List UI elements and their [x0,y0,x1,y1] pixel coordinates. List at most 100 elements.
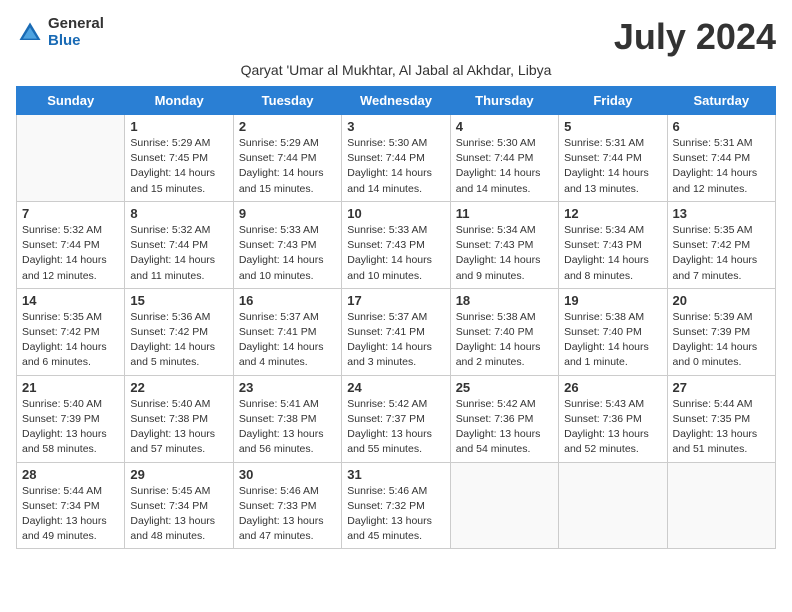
day-info: Sunrise: 5:35 AMSunset: 7:42 PMDaylight:… [673,223,770,284]
day-info: Sunrise: 5:42 AMSunset: 7:36 PMDaylight:… [456,397,553,458]
day-info: Sunrise: 5:31 AMSunset: 7:44 PMDaylight:… [564,136,661,197]
day-cell: 3 Sunrise: 5:30 AMSunset: 7:44 PMDaylight… [342,115,450,202]
day-info: Sunrise: 5:29 AMSunset: 7:45 PMDaylight:… [130,136,227,197]
day-cell: 30Sunrise: 5:46 AMSunset: 7:33 PMDayligh… [233,462,341,549]
day-cell: 27 Sunrise: 5:44 AMSunset: 7:35 PMDayligh… [667,375,775,462]
day-number: 17 [347,293,444,308]
week-row-4: 28 Sunrise: 5:44 AMSunset: 7:34 PMDayligh… [17,462,776,549]
day-cell: 2Sunrise: 5:29 AMSunset: 7:44 PMDaylight… [233,115,341,202]
day-cell: 10Sunrise: 5:33 AMSunset: 7:43 PMDayligh… [342,201,450,288]
day-cell: 18Sunrise: 5:38 AMSunset: 7:40 PMDayligh… [450,288,558,375]
day-number: 11 [456,206,553,221]
day-info: Sunrise: 5:46 AMSunset: 7:33 PMDaylight:… [239,484,336,545]
day-number: 14 [22,293,119,308]
day-cell: 19 Sunrise: 5:38 AMSunset: 7:40 PMDayligh… [559,288,667,375]
logo-blue: Blue [48,33,104,50]
header-sunday: Sunday [17,87,125,115]
day-cell: 24 Sunrise: 5:42 AMSunset: 7:37 PMDayligh… [342,375,450,462]
day-number: 21 [22,380,119,395]
logo-general: General [48,16,104,33]
day-number: 24 [347,380,444,395]
day-info: Sunrise: 5:30 AMSunset: 7:44 PMDaylight:… [347,136,444,197]
day-cell: 17 Sunrise: 5:37 AMSunset: 7:41 PMDayligh… [342,288,450,375]
day-cell: 8 Sunrise: 5:32 AMSunset: 7:44 PMDaylight… [125,201,233,288]
day-cell: 14 Sunrise: 5:35 AMSunset: 7:42 PMDayligh… [17,288,125,375]
day-number: 6 [673,119,770,134]
day-number: 7 [22,206,119,221]
day-cell [450,462,558,549]
day-info: Sunrise: 5:40 AMSunset: 7:38 PMDaylight:… [130,397,227,458]
day-cell: 20 Sunrise: 5:39 AMSunset: 7:39 PMDayligh… [667,288,775,375]
day-number: 20 [673,293,770,308]
day-info: Sunrise: 5:35 AMSunset: 7:42 PMDaylight:… [22,310,119,371]
day-cell: 15Sunrise: 5:36 AMSunset: 7:42 PMDayligh… [125,288,233,375]
week-row-0: 1 Sunrise: 5:29 AMSunset: 7:45 PMDaylight… [17,115,776,202]
day-cell: 26 Sunrise: 5:43 AMSunset: 7:36 PMDayligh… [559,375,667,462]
logo-text: General Blue [48,16,104,49]
day-info: Sunrise: 5:34 AMSunset: 7:43 PMDaylight:… [564,223,661,284]
day-number: 12 [564,206,661,221]
header-thursday: Thursday [450,87,558,115]
day-info: Sunrise: 5:32 AMSunset: 7:44 PMDaylight:… [130,223,227,284]
day-cell: 4 Sunrise: 5:30 AMSunset: 7:44 PMDaylight… [450,115,558,202]
logo-icon [16,19,44,47]
day-number: 9 [239,206,336,221]
day-number: 23 [239,380,336,395]
day-cell: 31Sunrise: 5:46 AMSunset: 7:32 PMDayligh… [342,462,450,549]
day-info: Sunrise: 5:30 AMSunset: 7:44 PMDaylight:… [456,136,553,197]
location-title: Qaryat 'Umar al Mukhtar, Al Jabal al Akh… [16,62,776,78]
day-number: 8 [130,206,227,221]
day-info: Sunrise: 5:43 AMSunset: 7:36 PMDaylight:… [564,397,661,458]
calendar-header-row: SundayMondayTuesdayWednesdayThursdayFrid… [17,87,776,115]
day-cell: 9 Sunrise: 5:33 AMSunset: 7:43 PMDaylight… [233,201,341,288]
day-info: Sunrise: 5:40 AMSunset: 7:39 PMDaylight:… [22,397,119,458]
day-number: 18 [456,293,553,308]
day-number: 1 [130,119,227,134]
day-cell: 22Sunrise: 5:40 AMSunset: 7:38 PMDayligh… [125,375,233,462]
day-cell [667,462,775,549]
day-info: Sunrise: 5:33 AMSunset: 7:43 PMDaylight:… [347,223,444,284]
header-wednesday: Wednesday [342,87,450,115]
day-cell: 29 Sunrise: 5:45 AMSunset: 7:34 PMDayligh… [125,462,233,549]
day-number: 16 [239,293,336,308]
header-monday: Monday [125,87,233,115]
day-info: Sunrise: 5:39 AMSunset: 7:39 PMDaylight:… [673,310,770,371]
day-cell: 23 Sunrise: 5:41 AMSunset: 7:38 PMDayligh… [233,375,341,462]
day-cell: 12 Sunrise: 5:34 AMSunset: 7:43 PMDayligh… [559,201,667,288]
day-info: Sunrise: 5:33 AMSunset: 7:43 PMDaylight:… [239,223,336,284]
day-number: 31 [347,467,444,482]
day-cell: 1 Sunrise: 5:29 AMSunset: 7:45 PMDaylight… [125,115,233,202]
day-number: 27 [673,380,770,395]
day-info: Sunrise: 5:38 AMSunset: 7:40 PMDaylight:… [564,310,661,371]
day-number: 26 [564,380,661,395]
day-cell [559,462,667,549]
day-info: Sunrise: 5:37 AMSunset: 7:41 PMDaylight:… [239,310,336,371]
day-info: Sunrise: 5:44 AMSunset: 7:34 PMDaylight:… [22,484,119,545]
day-cell [17,115,125,202]
week-row-2: 14 Sunrise: 5:35 AMSunset: 7:42 PMDayligh… [17,288,776,375]
day-cell: 6Sunrise: 5:31 AMSunset: 7:44 PMDaylight… [667,115,775,202]
day-number: 13 [673,206,770,221]
day-info: Sunrise: 5:44 AMSunset: 7:35 PMDaylight:… [673,397,770,458]
day-cell: 28 Sunrise: 5:44 AMSunset: 7:34 PMDayligh… [17,462,125,549]
day-info: Sunrise: 5:42 AMSunset: 7:37 PMDaylight:… [347,397,444,458]
day-info: Sunrise: 5:45 AMSunset: 7:34 PMDaylight:… [130,484,227,545]
header-saturday: Saturday [667,87,775,115]
day-cell: 7 Sunrise: 5:32 AMSunset: 7:44 PMDaylight… [17,201,125,288]
day-cell: 13 Sunrise: 5:35 AMSunset: 7:42 PMDayligh… [667,201,775,288]
day-number: 2 [239,119,336,134]
day-info: Sunrise: 5:41 AMSunset: 7:38 PMDaylight:… [239,397,336,458]
day-number: 28 [22,467,119,482]
day-number: 29 [130,467,227,482]
day-number: 15 [130,293,227,308]
day-number: 25 [456,380,553,395]
header-friday: Friday [559,87,667,115]
day-cell: 5Sunrise: 5:31 AMSunset: 7:44 PMDaylight… [559,115,667,202]
day-number: 19 [564,293,661,308]
page-header: General Blue July 2024 [16,16,776,58]
day-info: Sunrise: 5:37 AMSunset: 7:41 PMDaylight:… [347,310,444,371]
day-info: Sunrise: 5:32 AMSunset: 7:44 PMDaylight:… [22,223,119,284]
day-number: 4 [456,119,553,134]
day-number: 3 [347,119,444,134]
month-title: July 2024 [614,16,776,58]
